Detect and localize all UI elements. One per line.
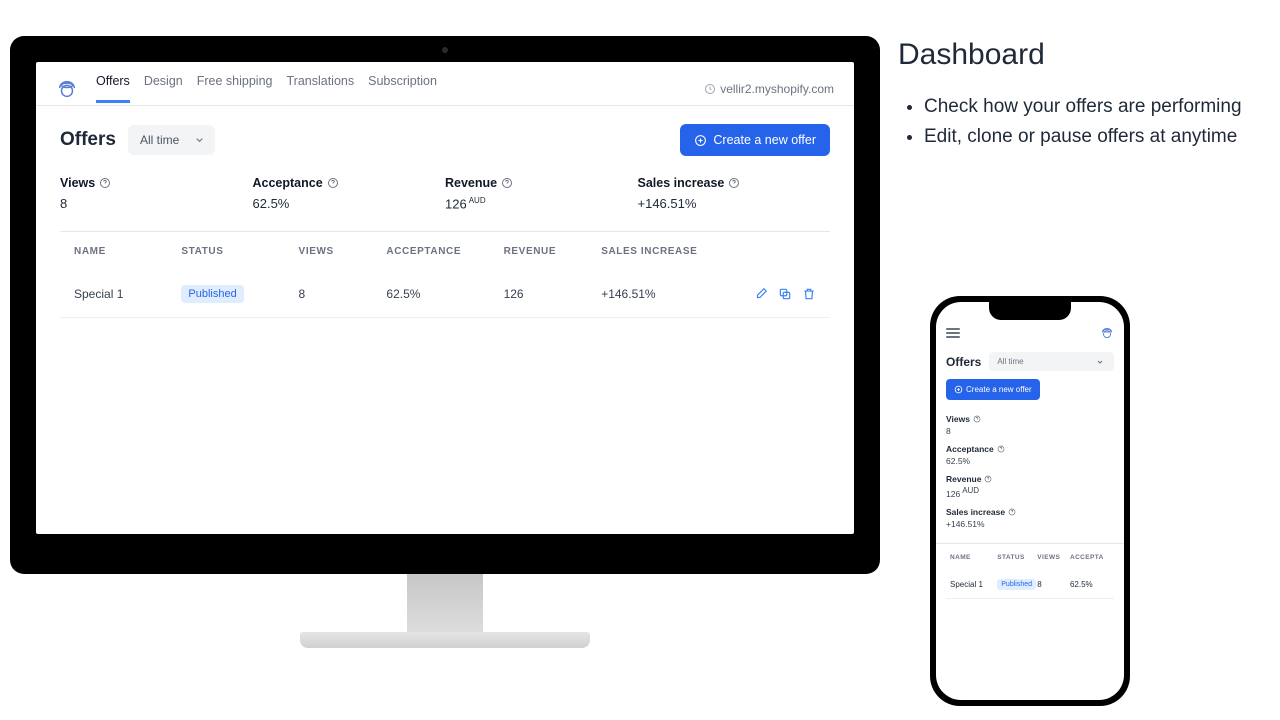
revenue-label: Revenue	[445, 176, 497, 190]
phone-mockup: Offers All time Create a new offer Views…	[930, 296, 1130, 706]
phone-notch	[989, 302, 1071, 320]
edit-icon[interactable]	[754, 287, 768, 301]
help-icon[interactable]	[327, 177, 339, 189]
views-value: 8	[60, 196, 253, 211]
desktop-monitor: Offers Design Free shipping Translations…	[10, 36, 880, 648]
delete-icon[interactable]	[802, 287, 816, 301]
help-icon[interactable]	[728, 177, 740, 189]
row-name: Special 1	[74, 287, 181, 301]
help-icon[interactable]	[1008, 508, 1016, 516]
sales-increase-value: +146.51%	[638, 196, 831, 211]
app-logo	[56, 78, 78, 100]
status-badge: Published	[997, 579, 1036, 590]
acceptance-label: Acceptance	[253, 176, 323, 190]
help-icon[interactable]	[99, 177, 111, 189]
nav-offers[interactable]: Offers	[96, 74, 130, 103]
chevron-down-icon	[1096, 358, 1104, 366]
revenue-value: 126AUD	[445, 196, 638, 211]
hamburger-icon[interactable]	[946, 328, 960, 338]
table-row: Special 1 Published 8 62.5% 126 +146.51%	[60, 271, 830, 318]
table-header: NAME STATUS VIEWS ACCEPTANCE REVENUE SAL…	[60, 232, 830, 271]
help-icon[interactable]	[997, 445, 1005, 453]
nav-design[interactable]: Design	[144, 74, 183, 103]
nav-free-shipping[interactable]: Free shipping	[197, 74, 273, 103]
nav-links: Offers Design Free shipping Translations…	[96, 74, 437, 103]
bullet-1: Check how your offers are performing	[924, 92, 1268, 122]
views-label: Views	[60, 176, 95, 190]
row-sales-increase: +146.51%	[601, 287, 728, 301]
app-logo	[1100, 326, 1114, 340]
clone-icon[interactable]	[778, 287, 792, 301]
shop-url-text: vellir2.myshopify.com	[720, 82, 834, 96]
row-views: 8	[299, 287, 387, 301]
page-title: Offers	[946, 355, 981, 369]
row-acceptance: 62.5%	[386, 287, 503, 301]
time-filter-select[interactable]: All time	[989, 352, 1114, 371]
row-revenue: 126	[504, 287, 602, 301]
marketing-copy: Dashboard Check how your offers are perf…	[898, 38, 1268, 153]
page-title: Offers	[60, 129, 116, 151]
table-row: Special 1 Published 8 62.5%	[946, 571, 1114, 599]
camera-dot	[442, 47, 448, 53]
help-icon[interactable]	[501, 177, 513, 189]
help-icon[interactable]	[973, 415, 981, 423]
top-nav: Offers Design Free shipping Translations…	[36, 62, 854, 106]
metrics-row: Views 8 Acceptance 62.5% Rev	[60, 176, 830, 211]
chevron-down-icon	[194, 135, 205, 146]
desktop-screen: Offers Design Free shipping Translations…	[36, 62, 854, 534]
nav-translations[interactable]: Translations	[286, 74, 354, 103]
shop-url: vellir2.myshopify.com	[704, 82, 834, 96]
table-header: NAME STATUS VIEWS ACCEPTA	[946, 544, 1114, 571]
bullet-2: Edit, clone or pause offers at anytime	[924, 122, 1268, 152]
headline: Dashboard	[898, 38, 1268, 72]
sales-increase-label: Sales increase	[638, 176, 725, 190]
nav-subscription[interactable]: Subscription	[368, 74, 437, 103]
page-header-row: Offers All time Create a new offer	[60, 124, 830, 156]
create-offer-button[interactable]: Create a new offer	[680, 124, 830, 156]
create-offer-label: Create a new offer	[713, 133, 816, 147]
acceptance-value: 62.5%	[253, 196, 446, 211]
help-icon[interactable]	[984, 475, 992, 483]
create-offer-button[interactable]: Create a new offer	[946, 379, 1040, 400]
time-filter-select[interactable]: All time	[128, 125, 215, 155]
status-badge: Published	[181, 285, 243, 303]
